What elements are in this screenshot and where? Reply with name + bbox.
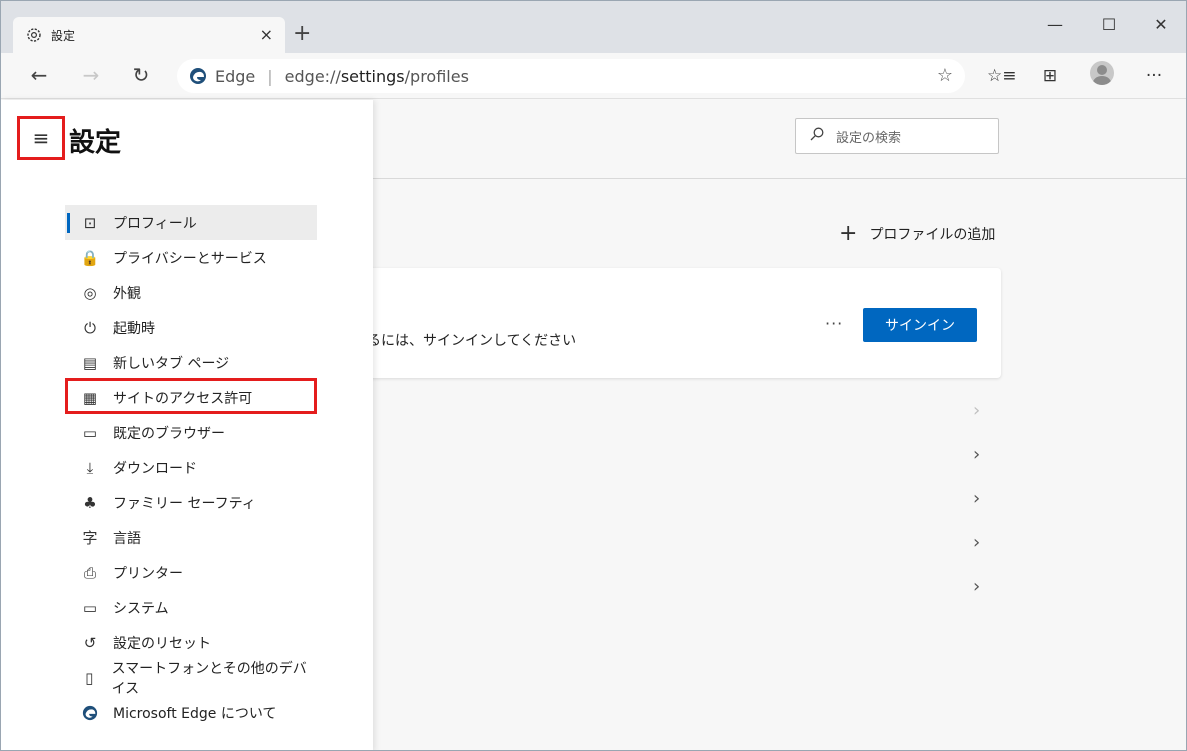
maximize-button[interactable]: ☐ xyxy=(1097,15,1121,35)
profile-card-text: るには、サインインしてください xyxy=(367,333,577,349)
phone-icon: ▯ xyxy=(85,668,94,687)
chevron-right-icon[interactable]: › xyxy=(973,400,980,421)
edge-icon xyxy=(81,704,99,722)
add-profile-label: プロファイルの追加 xyxy=(869,227,996,243)
lock-icon: 🔒 xyxy=(80,248,100,267)
sidebar-item[interactable]: ▦ サイトのアクセス許可 xyxy=(65,380,317,415)
sidebar-item-label: 設定のリセット xyxy=(113,635,211,652)
address-separator: | xyxy=(267,66,273,86)
sidebar-item-label: 既定のブラウザー xyxy=(113,425,225,442)
favorites-list-icon[interactable]: ☆≡ xyxy=(987,63,1016,89)
chevron-right-icon[interactable]: › xyxy=(973,488,980,509)
power-icon: ⏻ xyxy=(84,318,96,337)
close-window-button[interactable]: ✕ xyxy=(1149,15,1173,35)
sidebar-item-label: サイトのアクセス許可 xyxy=(113,390,253,407)
chevron-right-icon[interactable]: › xyxy=(973,532,980,553)
add-profile-button[interactable]: + プロファイルの追加 xyxy=(839,221,996,246)
profile-icon: ⊡ xyxy=(83,213,97,232)
sidebar-item-label: プリンター xyxy=(113,565,183,582)
sidebar-item[interactable]: ▭ システム xyxy=(65,590,317,625)
reset-icon: ↺ xyxy=(83,633,97,652)
toolbar: ← → ↻ Edge | edge://settings/profiles ☆ … xyxy=(1,53,1186,99)
search-icon xyxy=(810,127,836,145)
minimize-button[interactable]: — xyxy=(1043,15,1067,35)
sidebar-item[interactable]: ♣ ファミリー セーフティ xyxy=(65,485,317,520)
sidebar-item-label: プロフィール xyxy=(113,215,197,232)
title-bar: 設定 × + — ☐ ✕ xyxy=(1,1,1186,53)
search-placeholder: 設定の検索 xyxy=(836,130,902,146)
sidebar-item[interactable]: Microsoft Edge について xyxy=(65,695,317,730)
search-input[interactable]: 設定の検索 xyxy=(795,118,999,154)
collections-icon[interactable]: ⊞ xyxy=(1037,63,1063,89)
hamburger-menu-button[interactable]: ≡ xyxy=(17,116,65,160)
new-tab-page-icon: ▤ xyxy=(82,353,98,372)
header-divider xyxy=(373,178,1186,179)
more-menu-icon[interactable]: ··· xyxy=(1141,63,1167,89)
avatar[interactable] xyxy=(1090,61,1114,85)
refresh-button[interactable]: ↻ xyxy=(129,63,153,87)
tab-settings[interactable]: 設定 × xyxy=(13,17,285,53)
gear-icon xyxy=(25,26,43,44)
sidebar-item[interactable]: ⏻ 起動時 xyxy=(65,310,317,345)
sidebar-item[interactable]: 字言語 xyxy=(65,520,317,555)
sidebar-item-label: システム xyxy=(113,600,169,617)
sidebar-item-label: 起動時 xyxy=(113,320,155,337)
sidebar-item[interactable]: ↺ 設定のリセット xyxy=(65,625,317,660)
system-icon: ▭ xyxy=(82,598,98,617)
back-button[interactable]: ← xyxy=(27,63,51,87)
more-options-icon[interactable]: ··· xyxy=(825,314,843,333)
favorite-star-icon[interactable]: ☆ xyxy=(937,65,953,86)
settings-sidebar: ≡ 設定 ⊡ プロフィール 🔒 プライバシーとサービス ◎ 外観 ⏻ 起動時 ▤ 新しいタブ ペー… xyxy=(1,100,373,750)
chevron-right-icon[interactable]: › xyxy=(973,444,980,465)
sidebar-item[interactable]: ▯ スマートフォンとその他のデバイス xyxy=(65,660,317,697)
sidebar-item[interactable]: ▭ 既定のブラウザー xyxy=(65,415,317,450)
tab-title: 設定 xyxy=(51,28,76,43)
plus-icon: + xyxy=(839,221,858,246)
browser-window: 設定 × + — ☐ ✕ ← → ↻ Edge | edge://setting… xyxy=(0,0,1187,751)
sidebar-item[interactable]: 🔒 プライバシーとサービス xyxy=(65,240,317,275)
hamburger-icon: ≡ xyxy=(32,126,50,150)
url-text: edge://settings/profiles xyxy=(284,66,469,86)
chevron-right-icon[interactable]: › xyxy=(973,576,980,597)
palette-icon: ◎ xyxy=(83,283,97,302)
sidebar-item-label: Microsoft Edge について xyxy=(113,705,277,722)
edge-icon xyxy=(189,67,207,85)
sidebar-item-label: 言語 xyxy=(113,530,141,547)
sidebar-item[interactable]: ▤ 新しいタブ ページ xyxy=(65,345,317,380)
sidebar-item-label: ダウンロード xyxy=(113,460,197,477)
tab-close-button[interactable]: × xyxy=(260,25,273,44)
page-title: 設定 xyxy=(69,128,122,158)
sign-in-button[interactable]: サインイン xyxy=(863,308,977,342)
address-bar[interactable]: Edge | edge://settings/profiles ☆ xyxy=(177,59,965,93)
profile-card: るには、サインインしてください ··· サインイン xyxy=(341,268,1001,378)
settings-content: 設定の検索 + プロファイルの追加 るには、サインインしてください ··· サイ… xyxy=(1,100,1186,750)
language-icon: 字 xyxy=(82,529,98,547)
sidebar-item-label: ファミリー セーフティ xyxy=(113,495,256,512)
forward-button[interactable]: → xyxy=(79,63,103,87)
sidebar-item-label: 新しいタブ ページ xyxy=(113,355,230,372)
sidebar-item-label: スマートフォンとその他のデバイス xyxy=(111,660,307,697)
sidebar-item[interactable]: ⊡ プロフィール xyxy=(65,205,317,240)
printer-icon: ⎙ xyxy=(83,563,96,582)
family-icon: ♣ xyxy=(83,493,97,512)
new-tab-button[interactable]: + xyxy=(293,23,311,45)
sidebar-item[interactable]: ⎙ プリンター xyxy=(65,555,317,590)
sidebar-item[interactable]: ◎ 外観 xyxy=(65,275,317,310)
download-icon: ⤓ xyxy=(86,458,94,477)
site-permissions-icon: ▦ xyxy=(82,388,98,407)
sidebar-nav: ⊡ プロフィール 🔒 プライバシーとサービス ◎ 外観 ⏻ 起動時 ▤ 新しいタブ ページ ▦ サイト… xyxy=(65,205,317,730)
default-browser-icon: ▭ xyxy=(82,423,98,442)
sidebar-item[interactable]: ⤓ ダウンロード xyxy=(65,450,317,485)
sidebar-item-label: 外観 xyxy=(113,285,141,302)
sidebar-item-label: プライバシーとサービス xyxy=(113,250,267,267)
site-label: Edge xyxy=(215,66,256,86)
